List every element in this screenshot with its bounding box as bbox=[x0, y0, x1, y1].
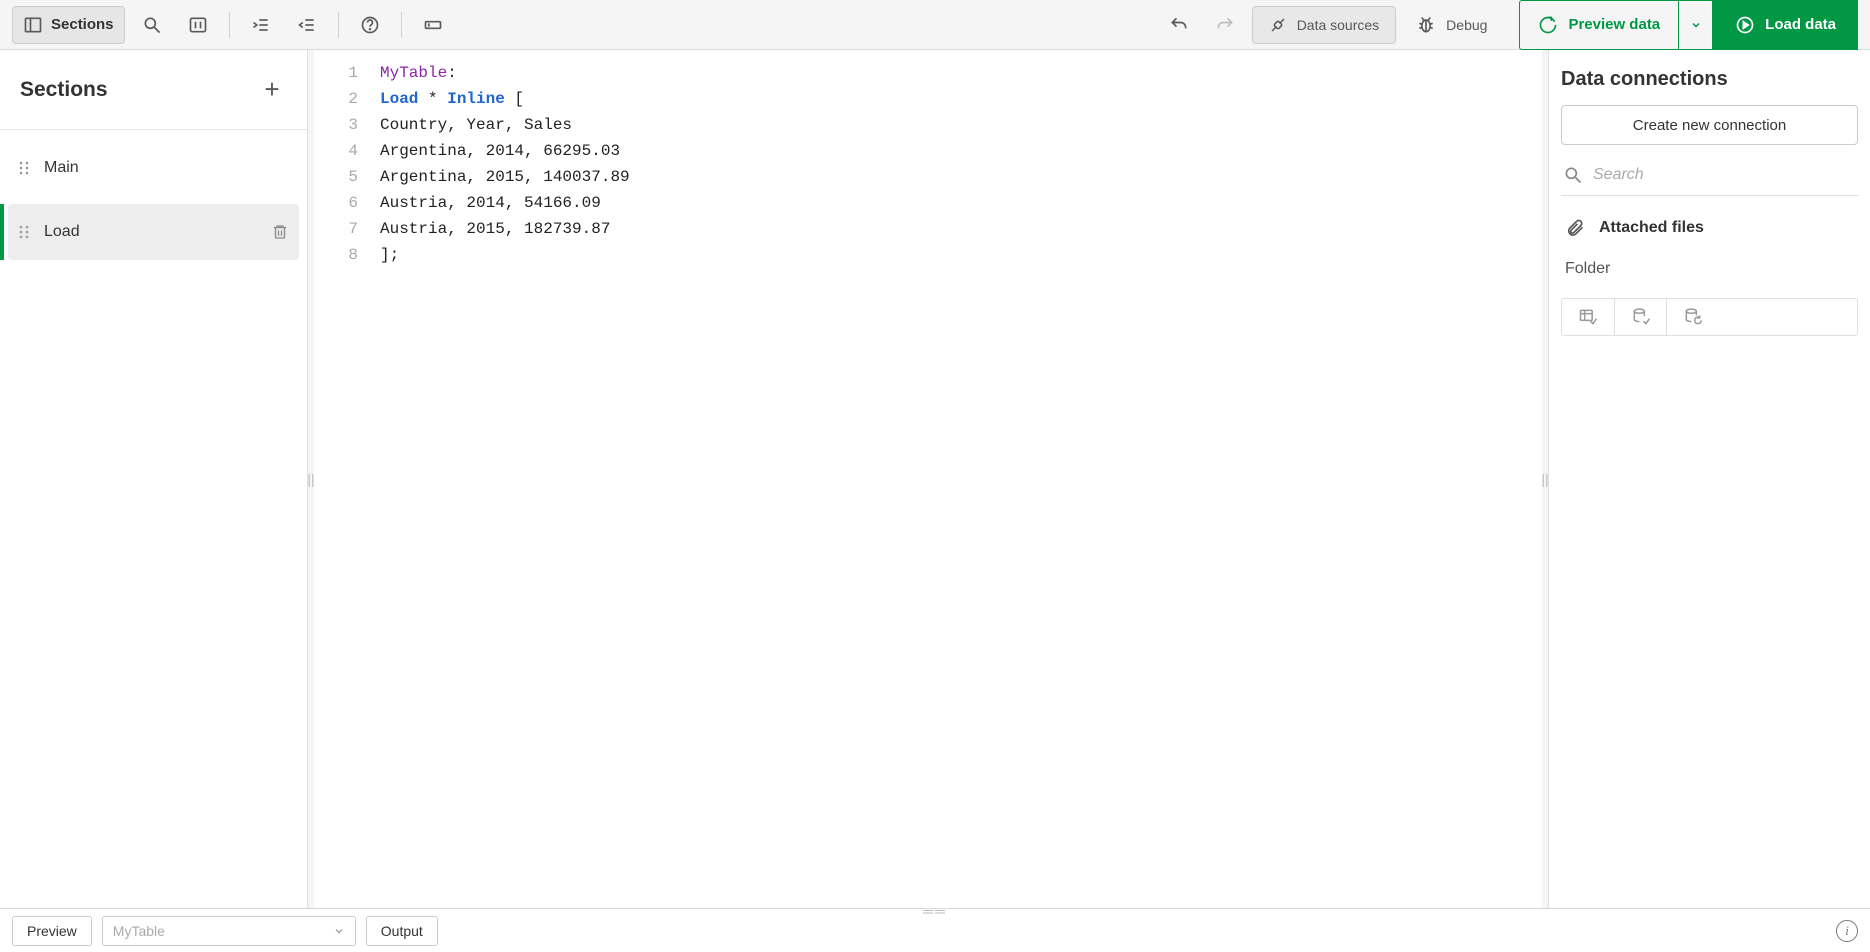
undo-icon bbox=[1169, 15, 1189, 35]
output-tab-button[interactable]: Output bbox=[366, 916, 438, 946]
drag-handle-icon[interactable] bbox=[18, 224, 30, 240]
db-refresh-icon bbox=[1683, 307, 1703, 327]
indent-button[interactable] bbox=[242, 6, 280, 44]
preview-data-dropdown[interactable] bbox=[1678, 1, 1712, 49]
data-connections-title: Data connections bbox=[1561, 68, 1858, 91]
comment-toggle-button[interactable] bbox=[179, 6, 217, 44]
bug-icon bbox=[1416, 15, 1436, 35]
delete-section-button[interactable] bbox=[271, 223, 289, 241]
preview-data-label: Preview data bbox=[1568, 16, 1660, 33]
edit-connection-button[interactable] bbox=[1666, 299, 1718, 335]
help-icon bbox=[360, 15, 380, 35]
script-editor[interactable]: 12345678 MyTable:Load * Inline [Country,… bbox=[314, 50, 1542, 908]
table-select[interactable]: MyTable bbox=[102, 916, 356, 946]
drag-handle-icon[interactable] bbox=[18, 160, 30, 176]
toolbar: Sections Data sources Debug Pr bbox=[0, 0, 1870, 50]
outdent-icon bbox=[297, 15, 317, 35]
help-button[interactable] bbox=[351, 6, 389, 44]
search-button[interactable] bbox=[133, 6, 171, 44]
code-area[interactable]: MyTable:Load * Inline [Country, Year, Sa… bbox=[372, 50, 1542, 908]
trash-icon bbox=[271, 223, 289, 241]
db-check-icon bbox=[1631, 307, 1651, 327]
table-select-value: MyTable bbox=[113, 923, 165, 939]
section-list: Main Load bbox=[0, 130, 307, 270]
load-data-button[interactable]: Load data bbox=[1713, 0, 1858, 50]
play-circle-icon bbox=[1735, 15, 1755, 35]
load-data-label: Load data bbox=[1765, 16, 1836, 33]
panel-icon bbox=[23, 15, 43, 35]
sections-toggle-label: Sections bbox=[51, 16, 114, 33]
connection-search-input[interactable] bbox=[1593, 166, 1856, 184]
undo-button[interactable] bbox=[1160, 6, 1198, 44]
attached-files-label: Attached files bbox=[1599, 219, 1704, 237]
search-icon bbox=[1563, 165, 1583, 185]
main-area: Sections + Main Load || 1234567 bbox=[0, 50, 1870, 908]
data-sources-label: Data sources bbox=[1297, 17, 1379, 33]
indent-icon bbox=[251, 15, 271, 35]
bottom-bar: ══ Preview MyTable Output i bbox=[0, 908, 1870, 952]
sections-toggle-button[interactable]: Sections bbox=[12, 6, 125, 44]
bottom-bar-resize-handle[interactable]: ══ bbox=[923, 903, 947, 919]
connection-search bbox=[1561, 159, 1858, 196]
section-item-label: Load bbox=[44, 223, 80, 241]
outdent-button[interactable] bbox=[288, 6, 326, 44]
redo-button[interactable] bbox=[1206, 6, 1244, 44]
line-gutter: 12345678 bbox=[314, 50, 372, 908]
preview-icon bbox=[1538, 15, 1558, 35]
add-section-button[interactable]: + bbox=[257, 74, 287, 105]
toolbar-separator bbox=[229, 12, 230, 38]
attached-files-row[interactable]: Attached files bbox=[1561, 210, 1858, 246]
search-icon bbox=[142, 15, 162, 35]
section-item-label: Main bbox=[44, 159, 79, 177]
folder-label: Folder bbox=[1561, 260, 1858, 278]
data-sources-button[interactable]: Data sources bbox=[1252, 6, 1396, 44]
preview-data-button[interactable]: Preview data bbox=[1520, 1, 1678, 49]
sections-header: Sections + bbox=[0, 50, 307, 130]
sections-title: Sections bbox=[20, 78, 108, 102]
sections-sidebar: Sections + Main Load bbox=[0, 50, 308, 908]
section-item-load[interactable]: Load bbox=[8, 204, 299, 260]
data-connections-panel: Data connections Create new connection A… bbox=[1548, 50, 1870, 908]
debug-button[interactable]: Debug bbox=[1404, 6, 1499, 44]
preview-data-group: Preview data bbox=[1519, 0, 1713, 50]
insert-button[interactable] bbox=[414, 6, 452, 44]
attachment-icon bbox=[1565, 218, 1585, 238]
redo-icon bbox=[1215, 15, 1235, 35]
debug-label: Debug bbox=[1446, 17, 1487, 33]
chevron-down-icon bbox=[1690, 19, 1702, 31]
select-data-button[interactable] bbox=[1562, 299, 1614, 335]
create-connection-button[interactable]: Create new connection bbox=[1561, 105, 1858, 145]
preview-tab-button[interactable]: Preview bbox=[12, 916, 92, 946]
info-button[interactable]: i bbox=[1836, 920, 1858, 942]
chevron-down-icon bbox=[333, 925, 345, 937]
field-icon bbox=[423, 15, 443, 35]
insert-script-button[interactable] bbox=[1614, 299, 1666, 335]
folder-actions bbox=[1561, 298, 1858, 336]
comment-icon bbox=[188, 15, 208, 35]
plug-icon bbox=[1269, 16, 1287, 34]
section-item-main[interactable]: Main bbox=[8, 140, 299, 196]
toolbar-separator bbox=[338, 12, 339, 38]
toolbar-separator bbox=[401, 12, 402, 38]
table-check-icon bbox=[1578, 307, 1598, 327]
